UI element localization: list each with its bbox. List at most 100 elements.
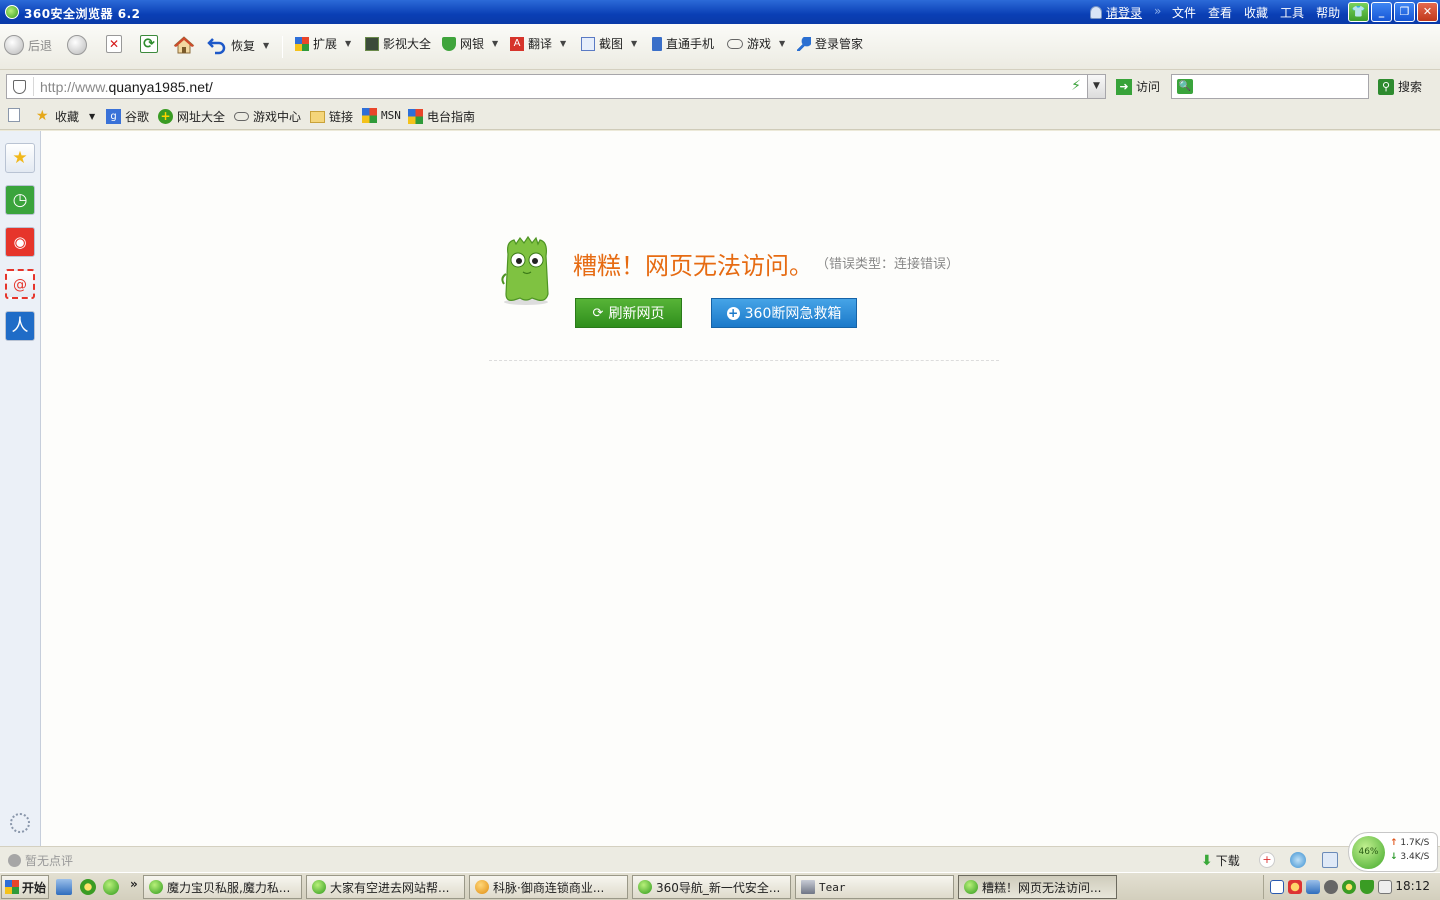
tray-360-icon[interactable] bbox=[1342, 880, 1356, 894]
video-button[interactable]: 影视大全 bbox=[365, 35, 431, 52]
taskbar-window-4[interactable]: 360导航_新一代安全... bbox=[632, 875, 791, 899]
chevron-down-icon[interactable]: ▼ bbox=[631, 39, 637, 48]
favorites-menu[interactable]: ★ 收藏 ▼ bbox=[36, 108, 95, 125]
network-rescue-button[interactable]: + 360断网急救箱 bbox=[711, 298, 857, 328]
menu-file[interactable]: 文件 bbox=[1172, 4, 1196, 21]
refresh-page-button[interactable]: ⟳ 刷新网页 bbox=[575, 298, 682, 328]
start-button[interactable]: 开始 bbox=[1, 875, 49, 899]
password-label: 登录管家 bbox=[815, 37, 864, 51]
windows-flag-icon bbox=[362, 108, 377, 123]
speed-mode-bolt-icon[interactable]: ⚡ bbox=[1071, 78, 1081, 94]
url-input[interactable]: http://www.quanya1985.net/ ⚡ ▼ bbox=[6, 74, 1106, 99]
medical-cross-icon[interactable]: + bbox=[1259, 852, 1275, 868]
chevron-down-icon[interactable]: ▼ bbox=[492, 39, 498, 48]
task-label: 糟糕！网页无法访问... bbox=[982, 880, 1102, 895]
home-button[interactable] bbox=[173, 35, 195, 55]
error-type: （错误类型：连接错误） bbox=[816, 257, 960, 272]
phone-icon bbox=[652, 36, 662, 51]
taskbar-window-3[interactable]: 科脉·御商连锁商业... bbox=[469, 875, 628, 899]
tray-device-icon[interactable] bbox=[1378, 880, 1392, 894]
chevron-down-icon[interactable]: ▼ bbox=[89, 112, 95, 121]
fav-item-google[interactable]: g 谷歌 bbox=[106, 108, 149, 125]
go-label: 访问 bbox=[1136, 80, 1161, 94]
forward-button[interactable] bbox=[67, 35, 87, 55]
favorites-label: 收藏 bbox=[55, 110, 80, 124]
fav-item-games[interactable]: 游戏中心 bbox=[234, 108, 301, 125]
login-link[interactable]: 请登录 bbox=[1106, 4, 1142, 21]
chevron-down-icon[interactable]: ▼ bbox=[345, 39, 351, 48]
taskbar-window-5[interactable]: Tear bbox=[795, 875, 954, 899]
taskbar-window-1[interactable]: 魔力宝贝私服,魔力私... bbox=[143, 875, 302, 899]
download-speed: ↓ 3.4K/S bbox=[1390, 852, 1430, 862]
fav-item-sites[interactable]: + 网址大全 bbox=[158, 108, 225, 125]
tray-ime-icon[interactable] bbox=[1270, 880, 1284, 894]
comment-icon bbox=[8, 854, 21, 867]
go-button[interactable]: ➜ 访问 bbox=[1116, 78, 1160, 95]
taskbar: 开始 » 魔力宝贝私服,魔力私... 大家有空进去网站帮... 科脉·御商连锁商… bbox=[0, 872, 1440, 900]
games-button[interactable]: 游戏 ▼ bbox=[727, 35, 785, 52]
password-manager-button[interactable]: 登录管家 bbox=[797, 35, 863, 52]
url-text[interactable]: http://www.quanya1985.net/ bbox=[40, 79, 213, 95]
ie-compat-icon[interactable] bbox=[1290, 852, 1306, 868]
refresh-icon: ⟳ bbox=[592, 305, 604, 321]
tray-network-icon[interactable] bbox=[1306, 880, 1320, 894]
refresh-button[interactable]: ⟳ bbox=[140, 35, 158, 53]
phone-button[interactable]: 直通手机 bbox=[652, 35, 714, 52]
fav-item-radio[interactable]: 电台指南 bbox=[408, 108, 475, 125]
fav-item-links[interactable]: 链接 bbox=[310, 108, 353, 125]
taskbar-window-2[interactable]: 大家有空进去网站帮... bbox=[306, 875, 465, 899]
toggle-sidebar-button[interactable] bbox=[8, 108, 20, 122]
login-area[interactable]: 请登录 bbox=[1090, 4, 1142, 21]
tray-qq-icon[interactable] bbox=[1288, 880, 1302, 894]
chevron-down-icon[interactable]: ▼ bbox=[263, 41, 269, 50]
download-button[interactable]: ⬇ 下载 bbox=[1201, 852, 1240, 869]
quicklaunch-desktop-icon[interactable] bbox=[56, 879, 72, 895]
tray-app-icon[interactable] bbox=[1324, 880, 1338, 894]
bank-button[interactable]: 网银 ▼ bbox=[442, 35, 498, 52]
security-shield-icon[interactable] bbox=[13, 80, 26, 94]
url-history-dropdown-icon[interactable]: ▼ bbox=[1087, 75, 1105, 98]
page-comments[interactable]: 暂无点评 bbox=[8, 852, 73, 869]
back-button[interactable]: 后退 bbox=[4, 35, 52, 55]
weibo-icon[interactable]: ◉ bbox=[5, 227, 35, 257]
stop-button[interactable]: ✕ bbox=[106, 35, 122, 53]
fav-item-msn[interactable]: MSN bbox=[362, 108, 401, 123]
favorites-star-icon[interactable]: ★ bbox=[5, 143, 35, 173]
sidebar: ★ ◷ ◉ @ 人 bbox=[0, 131, 41, 846]
bank-label: 网银 bbox=[460, 37, 485, 51]
chevron-down-icon[interactable]: ▼ bbox=[779, 39, 785, 48]
status-bar: 暂无点评 ⬇ 下载 + bbox=[0, 846, 1440, 872]
quicklaunch-more-icon[interactable]: » bbox=[130, 877, 138, 891]
chevron-down-icon[interactable]: ▼ bbox=[560, 39, 566, 48]
screenshot-button[interactable]: 截图 ▼ bbox=[581, 35, 637, 52]
menu-help[interactable]: 帮助 bbox=[1316, 4, 1340, 21]
renren-icon[interactable]: 人 bbox=[5, 311, 35, 341]
browser-logo-icon bbox=[5, 5, 19, 19]
tray-shield-icon[interactable] bbox=[1360, 880, 1374, 894]
quicklaunch-browser-icon[interactable] bbox=[103, 879, 119, 895]
window-mode-icon[interactable] bbox=[1322, 852, 1338, 868]
search-input[interactable]: 🔍 bbox=[1171, 74, 1369, 99]
back-arrow-icon bbox=[4, 35, 24, 55]
quicklaunch-360-icon[interactable] bbox=[80, 879, 96, 895]
network-speed-widget[interactable]: 46% ↑ 1.7K/S ↓ 3.4K/S bbox=[1348, 832, 1438, 872]
menu-tools[interactable]: 工具 bbox=[1280, 4, 1304, 21]
extend-button[interactable]: 扩展 ▼ bbox=[295, 35, 351, 52]
favorites-bar: ★ 收藏 ▼ g 谷歌 + 网址大全 游戏中心 链接 MSN 电台指南 bbox=[0, 103, 1440, 130]
taskbar-window-6[interactable]: 糟糕！网页无法访问... bbox=[958, 875, 1117, 899]
search-engine-icon[interactable]: 🔍 bbox=[1177, 79, 1193, 94]
search-button[interactable]: ⚲ 搜索 bbox=[1378, 78, 1422, 95]
minimize-button[interactable]: _ bbox=[1371, 2, 1392, 22]
mail-icon[interactable]: @ bbox=[5, 269, 35, 299]
skin-shirt-icon[interactable]: 👕 bbox=[1348, 2, 1369, 22]
translate-button[interactable]: A 翻译 ▼ bbox=[510, 35, 566, 52]
nav-toolbar: 后退 ✕ ⟳ 恢复 ▼ 扩展 ▼ 影视大全 网银 ▼ A 翻译 ▼ 截图 ▼ 直… bbox=[0, 24, 1440, 70]
menu-favorites[interactable]: 收藏 bbox=[1244, 4, 1268, 21]
menu-view[interactable]: 查看 bbox=[1208, 4, 1232, 21]
history-clock-icon[interactable]: ◷ bbox=[5, 185, 35, 215]
restore-button[interactable]: ❐ bbox=[1394, 2, 1415, 22]
restore-tabs-button[interactable]: 恢复 ▼ bbox=[207, 35, 269, 55]
gear-icon[interactable] bbox=[10, 813, 30, 833]
browser-icon bbox=[149, 880, 163, 894]
close-button[interactable]: ✕ bbox=[1417, 2, 1438, 22]
